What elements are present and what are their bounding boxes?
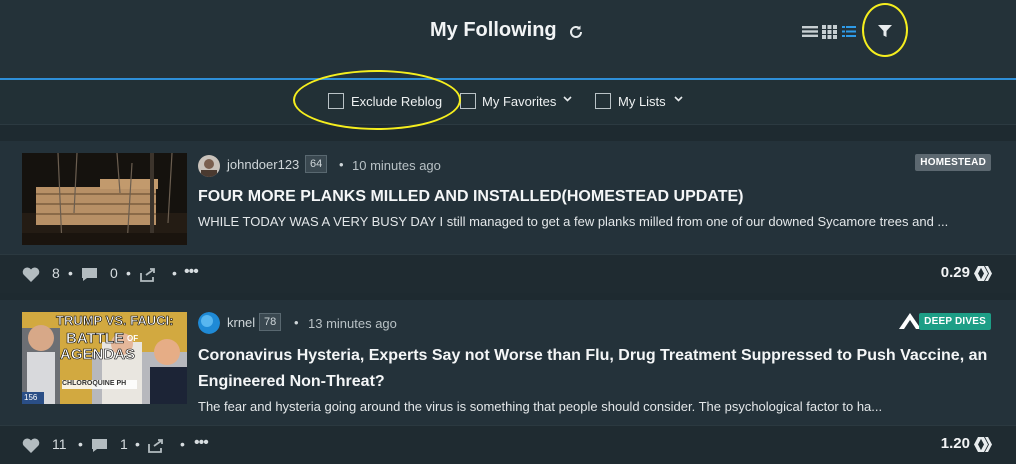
thumbnail-caption: 156 bbox=[24, 393, 38, 402]
page-title: My Following bbox=[430, 19, 557, 41]
more-options-icon[interactable]: ••• bbox=[184, 263, 199, 281]
post-excerpt[interactable]: The fear and hysteria going around the v… bbox=[198, 399, 993, 414]
hive-icon bbox=[974, 437, 992, 452]
thumbnail-caption: OF bbox=[127, 334, 139, 343]
comment-count[interactable]: 0 bbox=[110, 265, 118, 281]
view-compact-icon[interactable] bbox=[842, 25, 856, 38]
chevron-down-icon[interactable] bbox=[674, 96, 683, 102]
post-title[interactable]: Coronavirus Hysteria, Experts Say not Wo… bbox=[198, 343, 988, 395]
heart-icon[interactable] bbox=[22, 267, 40, 282]
more-options-icon[interactable]: ••• bbox=[194, 434, 209, 452]
my-lists-dropdown[interactable]: My Lists bbox=[618, 94, 666, 109]
filter-button[interactable] bbox=[862, 3, 908, 57]
separator-dot: • bbox=[294, 315, 299, 330]
post-thumbnail[interactable] bbox=[22, 153, 187, 245]
post-footer: 8 • 0 • • ••• 0.29 bbox=[0, 254, 1016, 293]
vote-count[interactable]: 8 bbox=[52, 265, 60, 281]
my-favorites-dropdown[interactable]: My Favorites bbox=[482, 94, 556, 109]
thumbnail-caption: BATTLE bbox=[66, 330, 125, 348]
planks-image bbox=[22, 153, 187, 245]
comment-icon[interactable] bbox=[91, 438, 108, 453]
post-title[interactable]: FOUR MORE PLANKS MILLED AND INSTALLED(HO… bbox=[198, 184, 988, 210]
separator-dot: • bbox=[180, 436, 185, 452]
heart-icon[interactable] bbox=[22, 438, 40, 453]
refresh-icon[interactable] bbox=[568, 24, 584, 40]
separator-dot: • bbox=[339, 157, 344, 172]
thumbnail-caption: TRUMP VS. FAUCI: bbox=[56, 313, 174, 329]
reputation-badge: 64 bbox=[305, 155, 328, 173]
thumbnail-caption: AGENDAS bbox=[60, 346, 136, 364]
filter-bar: Exclude Reblog My Favorites My Lists bbox=[0, 80, 1016, 125]
payout-value[interactable]: 1.20 bbox=[941, 435, 970, 452]
author-name[interactable]: johndoer123 bbox=[227, 157, 299, 172]
comment-count[interactable]: 1 bbox=[120, 436, 128, 452]
post-thumbnail[interactable]: TRUMP VS. FAUCI: BATTLE OF AGENDAS CHLOR… bbox=[22, 312, 187, 404]
post-card[interactable]: johndoer123 64 • 10 minutes ago HOMESTEA… bbox=[0, 141, 1016, 293]
my-lists-checkbox[interactable] bbox=[595, 93, 611, 109]
payout-value[interactable]: 0.29 bbox=[941, 264, 970, 281]
reputation-badge: 78 bbox=[259, 313, 282, 331]
post-time[interactable]: 13 minutes ago bbox=[308, 316, 397, 331]
thumbnail-caption: CHLOROQUINE PH bbox=[62, 380, 127, 387]
separator-dot: • bbox=[78, 436, 83, 452]
avatar[interactable] bbox=[198, 155, 220, 177]
post-footer: 11 • 1 • • ••• 1.20 bbox=[0, 425, 1016, 464]
filter-icon bbox=[878, 25, 892, 37]
separator-dot: • bbox=[68, 265, 73, 281]
avatar[interactable] bbox=[198, 312, 220, 334]
post-excerpt[interactable]: WHILE TODAY WAS A VERY BUSY DAY I still … bbox=[198, 214, 993, 229]
post-card[interactable]: TRUMP VS. FAUCI: BATTLE OF AGENDAS CHLOR… bbox=[0, 300, 1016, 464]
hive-icon bbox=[974, 266, 992, 281]
chevron-down-icon[interactable] bbox=[563, 96, 572, 102]
community-tag[interactable]: HOMESTEAD bbox=[915, 154, 991, 171]
comment-icon[interactable] bbox=[81, 267, 98, 282]
separator-dot: • bbox=[126, 265, 131, 281]
reblog-icon[interactable] bbox=[148, 438, 166, 453]
post-time[interactable]: 10 minutes ago bbox=[352, 158, 441, 173]
my-favorites-checkbox[interactable] bbox=[460, 93, 476, 109]
view-list-icon[interactable] bbox=[802, 25, 818, 38]
page-header: My Following bbox=[0, 0, 1016, 80]
separator-dot: • bbox=[135, 436, 140, 452]
community-icon[interactable] bbox=[899, 313, 921, 329]
separator-dot: • bbox=[172, 265, 177, 281]
author-name[interactable]: krnel bbox=[227, 315, 255, 330]
reblog-icon[interactable] bbox=[140, 267, 158, 282]
view-grid-icon[interactable] bbox=[822, 25, 837, 39]
community-tag[interactable]: DEEP DIVES bbox=[919, 313, 991, 330]
highlight-annotation bbox=[293, 70, 461, 130]
vote-count[interactable]: 11 bbox=[52, 436, 67, 452]
